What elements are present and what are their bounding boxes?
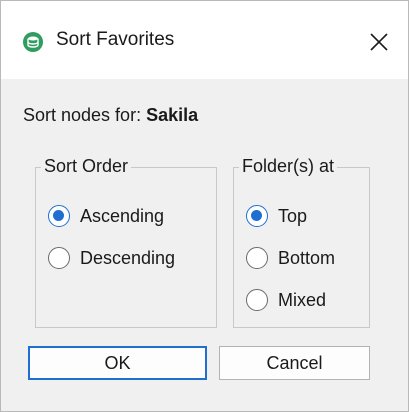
sort-nodes-prefix: Sort nodes for: (23, 105, 142, 125)
radio-label: Bottom (278, 247, 336, 268)
cancel-button[interactable]: Cancel (219, 346, 370, 380)
radio-button-checked[interactable] (48, 205, 70, 227)
radio-button[interactable] (48, 247, 70, 269)
radio-label: Ascending (80, 205, 165, 226)
radio-label: Mixed (278, 289, 327, 310)
radio-button-checked[interactable] (246, 205, 268, 227)
sort-nodes-target: Sakila (146, 105, 199, 125)
close-button[interactable] (361, 25, 397, 59)
radio-label: Top (278, 205, 308, 226)
sort-order-group: Sort Order Ascending Descending (35, 156, 217, 328)
title-bar: Sort Favorites (1, 1, 408, 79)
radio-bottom[interactable]: Bottom (246, 245, 335, 271)
radio-label: Descending (80, 247, 176, 268)
ok-button[interactable]: OK (28, 346, 207, 380)
sort-nodes-label: Sort nodes for: Sakila (23, 105, 198, 126)
sort-favorites-dialog: Sort Favorites Sort nodes for: Sakila So… (0, 0, 409, 412)
radio-button[interactable] (246, 247, 268, 269)
folders-at-group: Folder(s) at Top Bottom Mixed (233, 156, 370, 328)
window-title: Sort Favorites (56, 29, 175, 50)
radio-mixed[interactable]: Mixed (246, 287, 326, 313)
radio-top[interactable]: Top (246, 203, 307, 229)
database-favorites-icon (23, 32, 43, 52)
radio-ascending[interactable]: Ascending (48, 203, 164, 229)
close-icon (370, 33, 388, 51)
radio-button[interactable] (246, 289, 268, 311)
folders-at-legend: Folder(s) at (239, 156, 338, 177)
radio-descending[interactable]: Descending (48, 245, 175, 271)
sort-order-legend: Sort Order (41, 156, 132, 177)
